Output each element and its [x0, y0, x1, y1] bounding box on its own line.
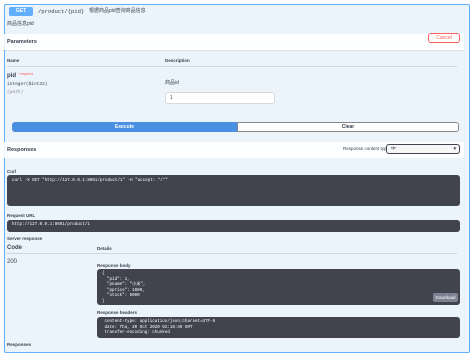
responses-section-label: Responses: [7, 342, 32, 347]
chevron-down-icon: ▾: [453, 146, 456, 152]
param-location: (path): [7, 90, 24, 95]
curl-command: curl -X GET "http://127.0.0.1:8081/produ…: [7, 175, 460, 206]
param-description: 商品id: [165, 80, 179, 86]
divider: [7, 66, 457, 67]
response-body: { "pid": 1, "pname": "小米", "pprice": 100…: [97, 269, 460, 305]
pid-input[interactable]: 1: [165, 92, 275, 104]
response-headers: content-type: application/json;charset=U…: [97, 317, 460, 338]
responses-title: Responses: [7, 147, 37, 153]
required-marker: * required: [18, 72, 34, 76]
param-name: pid: [7, 73, 16, 79]
server-response-label: Server response: [7, 236, 43, 241]
download-button[interactable]: Download: [433, 293, 458, 302]
request-url-label: Request URL: [7, 213, 36, 218]
operation-summary-text: 根据商品pid查询商品信息: [89, 8, 146, 14]
request-url: http://127.0.0.1:8081/product/1: [7, 220, 460, 232]
method-badge: GET: [9, 7, 33, 16]
col-description-header: Description: [165, 58, 190, 63]
content-type-label: Response content type: [343, 146, 390, 151]
param-type: integer($int32): [7, 82, 48, 87]
divider: [7, 253, 457, 254]
clear-button[interactable]: Clear: [237, 122, 459, 132]
operation-description: 商品信息pid: [7, 21, 34, 27]
response-body-label: Response body: [97, 263, 131, 268]
content-type-select[interactable]: */* ▾: [386, 144, 460, 154]
code-header: Code: [7, 245, 22, 251]
curl-label: Curl: [7, 169, 16, 174]
cancel-button[interactable]: Cancel: [428, 33, 460, 43]
response-headers-label: Response headers: [97, 310, 138, 315]
parameters-title: Parameters: [7, 39, 37, 45]
response-code: 200: [7, 259, 18, 265]
details-header: Details: [97, 246, 112, 251]
operation-path: /product/{pid}: [38, 8, 85, 15]
execute-button[interactable]: Execute: [12, 122, 237, 132]
col-name-header: Name: [7, 58, 20, 63]
operation-summary[interactable]: GET /product/{pid} 根据商品pid查询商品信息: [5, 5, 469, 17]
content-type-value: */*: [391, 146, 396, 151]
parameters-header: Parameters: [0, 34, 464, 50]
